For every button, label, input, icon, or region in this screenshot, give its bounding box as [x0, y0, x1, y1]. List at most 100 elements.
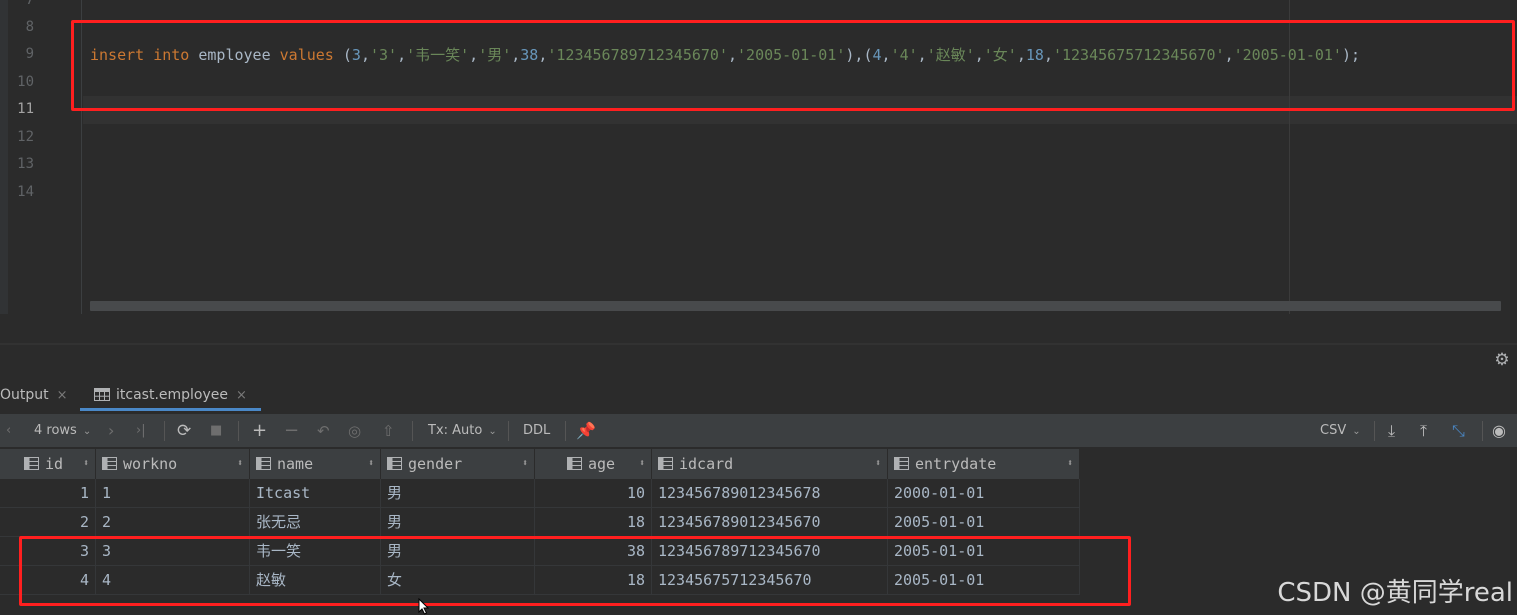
ddl-button[interactable]: DDL	[523, 414, 550, 448]
add-row-icon[interactable]: +	[252, 414, 267, 448]
column-icon	[658, 457, 673, 470]
remove-row-icon[interactable]: −	[284, 414, 299, 448]
line-number: 14	[17, 184, 34, 200]
column-icon	[387, 457, 402, 470]
close-icon[interactable]: ×	[236, 388, 247, 403]
tx-label: Tx: Auto	[428, 423, 483, 438]
sort-icon[interactable]: ⬍	[1067, 449, 1073, 479]
export-format-label: CSV	[1320, 423, 1347, 438]
table-icon	[94, 388, 110, 401]
tab-output-label: Output	[0, 387, 49, 403]
toolbar-divider	[238, 421, 239, 441]
watermark-text: CSDN @黄同学real	[1277, 578, 1513, 608]
upload-icon[interactable]: ⤒	[1420, 414, 1427, 448]
chevron-down-icon: ⌄	[1352, 426, 1361, 437]
compare-icon[interactable]: ◎	[348, 414, 361, 448]
editor-footer-area	[0, 314, 1517, 343]
cell-workno[interactable]: 2	[96, 508, 250, 537]
line-number: 10	[17, 74, 34, 90]
column-icon	[24, 457, 39, 470]
column-icon	[894, 457, 909, 470]
rows-label: 4 rows	[34, 423, 77, 438]
cell-name[interactable]: Itcast	[250, 479, 381, 508]
toolbar-divider	[1374, 421, 1375, 441]
sort-icon[interactable]: ⬍	[522, 449, 528, 479]
cell-name[interactable]: 张无忌	[250, 508, 381, 537]
column-header-id[interactable]: id ⬍	[0, 449, 96, 479]
download-icon[interactable]: ⤓	[1388, 414, 1395, 448]
sort-icon[interactable]: ⬍	[83, 449, 89, 479]
close-icon[interactable]: ×	[57, 388, 68, 403]
revert-icon[interactable]: ↶	[317, 414, 330, 448]
tab-itcast-employee[interactable]: itcast.employee ×	[80, 381, 261, 411]
gear-icon[interactable]: ⚙	[1493, 351, 1511, 369]
tab-output[interactable]: Output ×	[0, 381, 68, 411]
editor-left-strip	[0, 0, 8, 343]
grid-header: id ⬍ workno ⬍ name ⬍ gender ⬍ age ⬍ idcard ⬍ entryda…	[0, 449, 1080, 479]
compare-icon[interactable]: ⤡	[1452, 414, 1465, 448]
column-header-gender[interactable]: gender ⬍	[381, 449, 535, 479]
line-number-current: 11	[17, 101, 34, 117]
toolbar-divider	[412, 421, 413, 441]
next-page-icon[interactable]: ›	[108, 414, 114, 448]
column-header-age[interactable]: age ⬍	[535, 449, 652, 479]
tab-employee-label: itcast.employee	[116, 387, 228, 403]
column-header-label: age	[588, 455, 616, 473]
rows-dropdown[interactable]: 4 rows ⌄	[34, 414, 91, 448]
results-tab-bar: Output × itcast.employee ×	[0, 381, 1517, 411]
cell-age[interactable]: 18	[535, 508, 652, 537]
column-header-idcard[interactable]: idcard ⬍	[652, 449, 888, 479]
first-page-icon[interactable]: ‹	[6, 414, 11, 448]
column-header-entrydate[interactable]: entrydate ⬍	[888, 449, 1080, 479]
cell-age[interactable]: 10	[535, 479, 652, 508]
export-format-dropdown[interactable]: CSV ⌄	[1320, 414, 1361, 448]
line-number: 8	[25, 19, 34, 35]
last-page-icon[interactable]: ›|	[136, 414, 146, 448]
toolbar-divider	[508, 421, 509, 441]
view-icon[interactable]: ◉	[1492, 414, 1506, 448]
sort-icon[interactable]: ⬍	[875, 449, 881, 479]
sort-icon[interactable]: ⬍	[368, 449, 374, 479]
cell-idcard[interactable]: 123456789012345678	[652, 479, 888, 508]
highlight-box-sql	[71, 20, 1515, 111]
tx-mode-dropdown[interactable]: Tx: Auto ⌄	[428, 414, 497, 448]
pin-icon[interactable]: 📌	[576, 414, 596, 448]
cell-workno[interactable]: 1	[96, 479, 250, 508]
cell-gender[interactable]: 男	[381, 479, 535, 508]
column-header-label: idcard	[679, 455, 734, 473]
column-header-label: workno	[123, 455, 178, 473]
toolbar-divider	[1482, 421, 1483, 441]
column-icon	[256, 457, 271, 470]
cell-id[interactable]: 2	[0, 508, 96, 537]
chevron-down-icon: ⌄	[488, 426, 497, 437]
submit-icon[interactable]: ⇧	[382, 414, 395, 448]
column-header-label: entrydate	[915, 455, 997, 473]
column-icon	[567, 457, 582, 470]
toolbar-divider	[565, 421, 566, 441]
line-number: 7	[25, 0, 34, 8]
refresh-icon[interactable]: ⟳	[177, 414, 191, 448]
column-icon	[102, 457, 117, 470]
cell-entrydate[interactable]: 2000-01-01	[888, 479, 1080, 508]
table-row[interactable]: 2 2 张无忌男 18 123456789012345670 2005-01-01	[0, 508, 1080, 537]
mouse-cursor-icon	[418, 598, 430, 615]
cell-idcard[interactable]: 123456789012345670	[652, 508, 888, 537]
table-row[interactable]: 1 1 Itcast 男 10 123456789012345678 2000-01-01	[0, 479, 1080, 508]
column-header-name[interactable]: name ⬍	[250, 449, 381, 479]
cell-id[interactable]: 1	[0, 479, 96, 508]
cell-gender[interactable]: 男	[381, 508, 535, 537]
chevron-down-icon: ⌄	[82, 426, 92, 437]
column-header-workno[interactable]: workno ⬍	[96, 449, 250, 479]
toolbar-divider	[164, 421, 165, 441]
cell-entrydate[interactable]: 2005-01-01	[888, 508, 1080, 537]
sort-icon[interactable]: ⬍	[237, 449, 243, 479]
column-header-label: gender	[408, 455, 463, 473]
column-header-label: name	[277, 455, 314, 473]
line-number: 12	[17, 129, 34, 145]
highlight-box-new-rows	[19, 536, 1131, 606]
editor-horizontal-scrollbar[interactable]	[90, 301, 1501, 311]
sort-icon[interactable]: ⬍	[639, 449, 645, 479]
stop-icon[interactable]: ■	[210, 414, 222, 448]
line-number: 13	[17, 156, 34, 172]
column-header-label: id	[45, 455, 64, 473]
